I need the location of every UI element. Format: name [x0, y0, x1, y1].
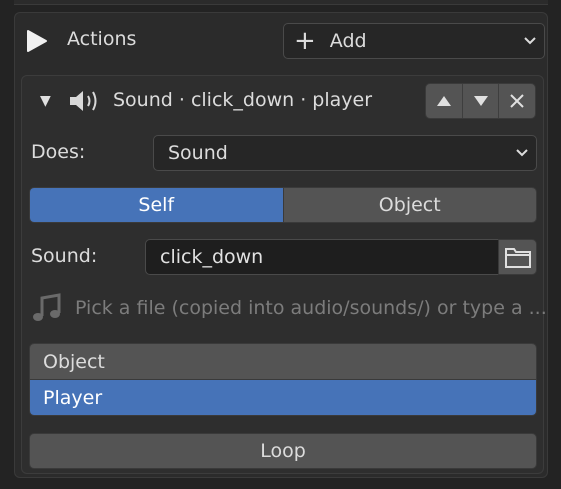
remove-button[interactable]: [499, 84, 535, 118]
action-controls: [425, 83, 536, 119]
folder-icon: [504, 248, 531, 268]
list-item-player[interactable]: Player: [30, 380, 536, 415]
plus-icon: +: [294, 26, 316, 56]
file-hint-text: Pick a file (copied into audio/sounds/) …: [75, 297, 547, 319]
add-action-dropdown[interactable]: + Add: [283, 23, 545, 59]
object-list: Object Player: [29, 343, 537, 416]
remove-icon: [510, 94, 524, 108]
list-header: Object: [30, 344, 536, 380]
sound-value: click_down: [160, 246, 264, 268]
sound-input[interactable]: click_down: [145, 239, 499, 275]
collapse-triangle-icon[interactable]: ▼: [40, 93, 51, 109]
chevron-down-icon: [524, 37, 536, 45]
browse-file-button[interactable]: [498, 239, 537, 275]
move-down-button[interactable]: [463, 84, 500, 118]
move-down-icon: [473, 96, 488, 106]
chevron-down-icon: [516, 149, 528, 157]
move-up-icon: [436, 96, 451, 106]
target-self-option[interactable]: Self: [30, 188, 283, 222]
action-title: Sound · click_down · player: [113, 89, 373, 111]
loop-toggle-button[interactable]: Loop: [29, 433, 537, 469]
does-label: Does:: [31, 141, 86, 163]
target-object-option[interactable]: Object: [282, 188, 536, 222]
target-toggle: Self Object: [29, 187, 537, 223]
panel-top-edge: [14, 0, 548, 5]
does-dropdown[interactable]: Sound: [153, 135, 537, 171]
add-label: Add: [329, 30, 367, 52]
actions-label: Actions: [67, 28, 137, 50]
does-value: Sound: [168, 142, 228, 164]
music-note-icon: [33, 293, 61, 321]
sound-label: Sound:: [31, 245, 98, 267]
speaker-icon: [70, 91, 97, 111]
play-icon[interactable]: [26, 29, 48, 53]
move-up-button[interactable]: [426, 84, 463, 118]
